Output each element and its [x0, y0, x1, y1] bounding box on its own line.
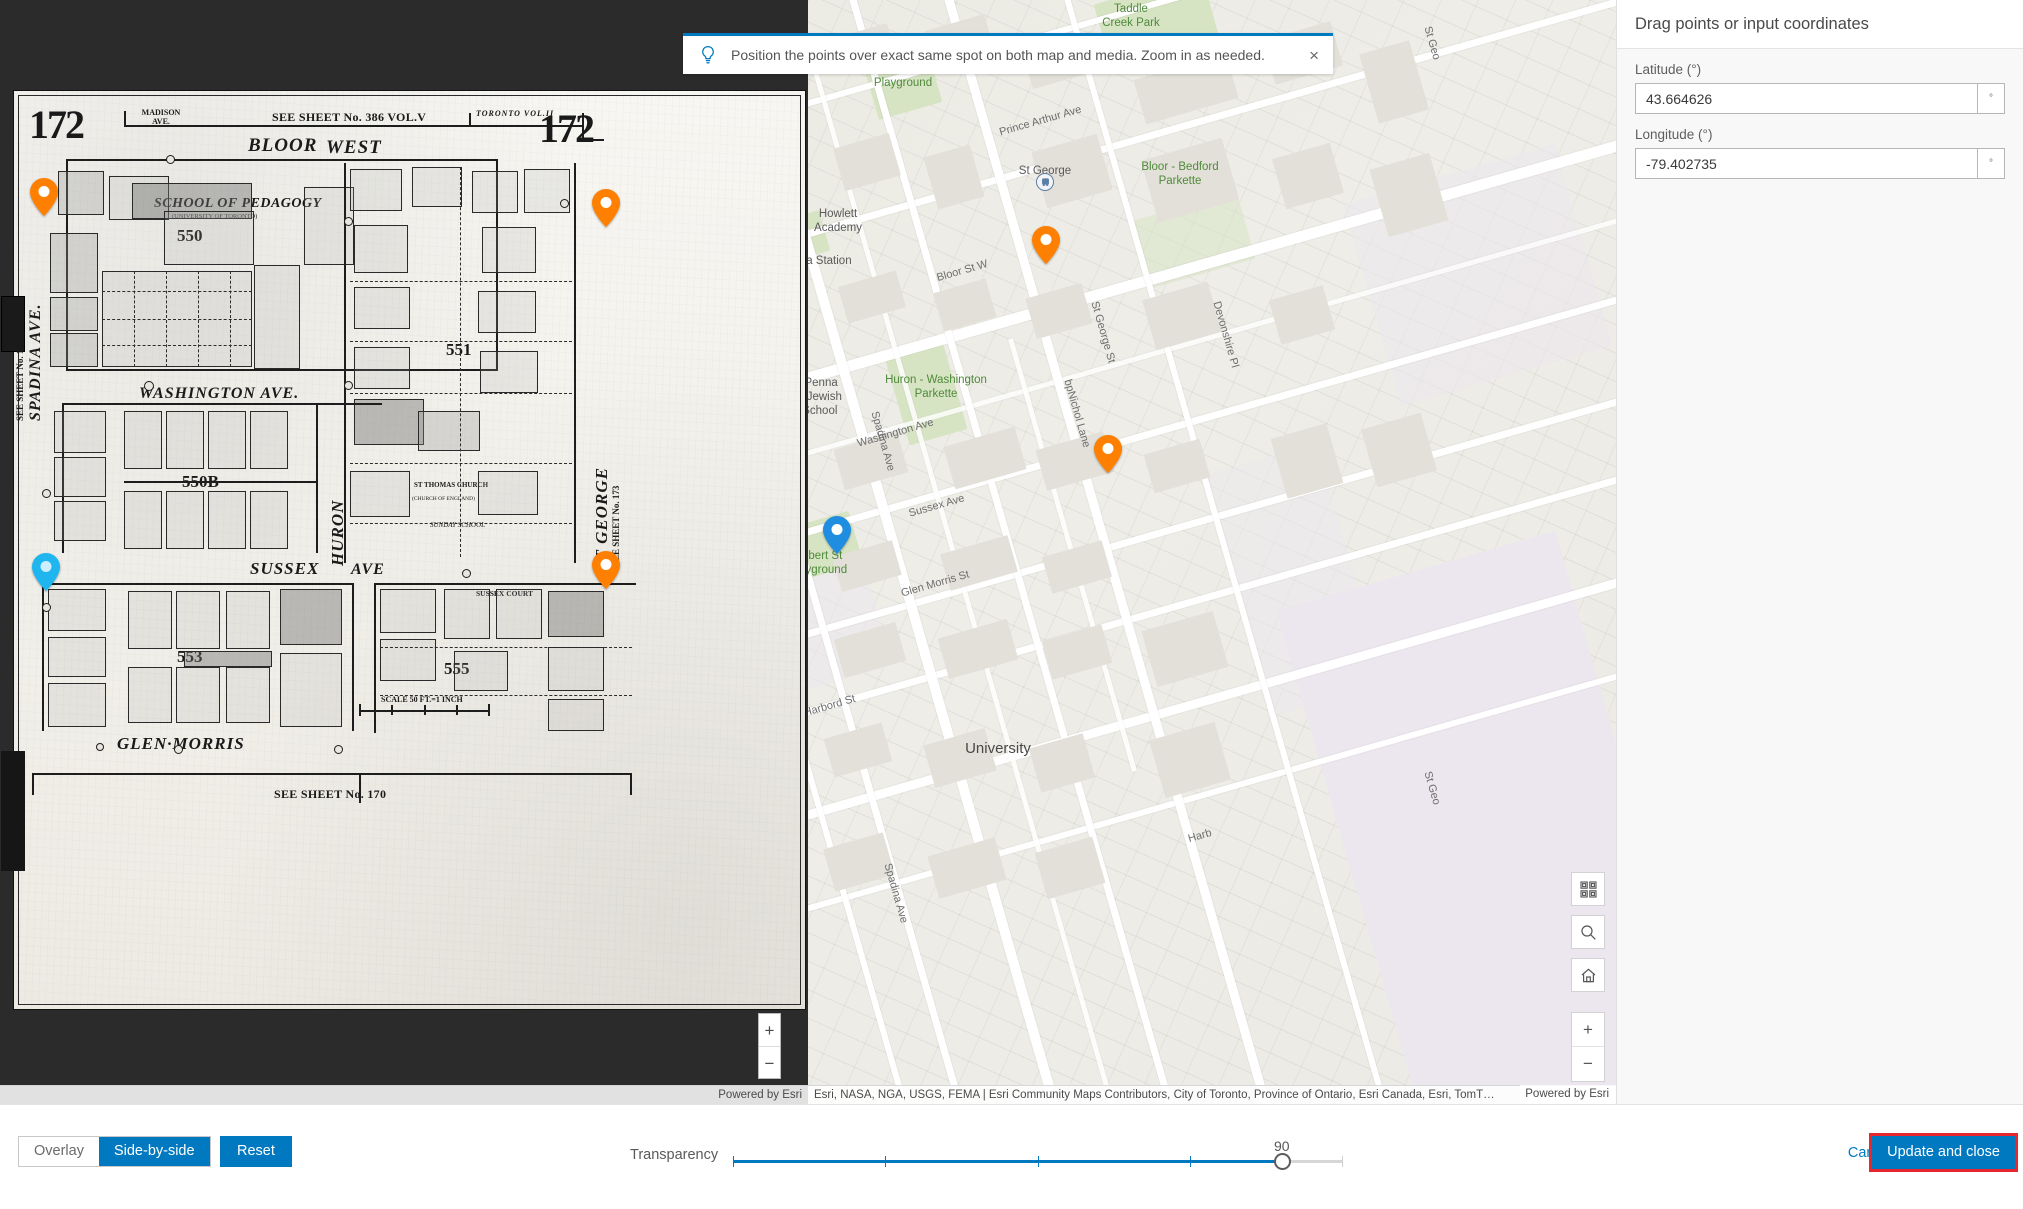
poi-label-howlett-academy: Howlett Academy: [814, 208, 862, 234]
map-pin-bloor-st-george[interactable]: [1032, 226, 1060, 264]
banner-message: Position the points over exact same spot…: [731, 47, 1265, 63]
latitude-input[interactable]: [1635, 83, 1977, 114]
transparency-label: Transparency: [630, 1147, 719, 1163]
media-zoom-in-button[interactable]: +: [759, 1014, 780, 1047]
sheet-border: [18, 95, 801, 1005]
building-st-thomas-church: ST THOMAS CHURCH: [414, 481, 489, 489]
longitude-unit: °: [1977, 148, 2005, 179]
media-pin-bottom-left[interactable]: [32, 553, 60, 591]
slider-tick-50: [1038, 1156, 1039, 1167]
transparency-slider-fill: [733, 1160, 1282, 1163]
search-icon[interactable]: [1571, 915, 1605, 949]
scale-note: SCALE 50 FT.=1 INCH: [381, 695, 463, 704]
longitude-row: °: [1635, 148, 2005, 179]
sheet-number-left: 172: [29, 102, 85, 147]
slider-tick-100: [1342, 1156, 1343, 1167]
transparency-control[interactable]: Transparency 90: [630, 1138, 1345, 1183]
mode-overlay-button[interactable]: Overlay: [19, 1137, 99, 1166]
longitude-label: Longitude (°): [1635, 127, 1713, 142]
panes-container: 172 172 MADISON AVE. SEE SHEET No. 386 V…: [0, 0, 2023, 1104]
mode-side-by-side-button[interactable]: Side-by-side: [98, 1137, 210, 1166]
street-label-west: WEST: [326, 137, 382, 158]
cross-ref-170: SEE SHEET No. 170: [274, 787, 387, 801]
street-label-sussex-ave: AVE: [351, 561, 385, 578]
sidebar-header: Drag points or input coordinates: [1617, 0, 2023, 49]
home-icon[interactable]: [1571, 958, 1605, 992]
latitude-unit: °: [1977, 83, 2005, 114]
basemap-gallery-icon[interactable]: [1571, 872, 1605, 906]
map-pane[interactable]: TaddleCreek Park Huron StreetPlayground …: [808, 0, 1616, 1104]
media-pin-top-left[interactable]: [30, 178, 58, 216]
building-church-of-england: (CHURCH OF ENGLAND): [412, 496, 475, 502]
transparency-slider-track[interactable]: 90: [733, 1138, 1343, 1170]
lightbulb-icon: [699, 45, 717, 65]
transparency-slider-thumb[interactable]: [1274, 1153, 1291, 1170]
map-pin-sussex-spadina[interactable]: [823, 516, 851, 554]
sheet-footer-tick-right: [630, 773, 632, 795]
slider-tick-0: [733, 1156, 734, 1167]
media-pane[interactable]: 172 172 MADISON AVE. SEE SHEET No. 386 V…: [0, 0, 808, 1104]
poi-label-spadina-station: Spadina Station: [808, 255, 852, 267]
street-label-bloor: BLOOR: [248, 135, 318, 156]
update-and-close-highlight: Update and close: [1869, 1133, 2018, 1172]
scan-edge-artifact-2: [1, 751, 25, 871]
cross-ref-386: SEE SHEET No. 386 VOL.V: [272, 110, 427, 124]
sidebar-title: Drag points or input coordinates: [1635, 14, 1869, 33]
scale-bar: SCALE 50 FT.=1 INCH: [359, 695, 490, 716]
transit-icon-st-george: [1036, 173, 1054, 191]
park-label-bloor-bedford: Bloor - Bedford Parkette: [1141, 161, 1219, 187]
map-zoom-in-button[interactable]: +: [1572, 1013, 1604, 1047]
map-attribution: Esri, NASA, NGA, USGS, FEMA | Esri Commu…: [808, 1085, 1616, 1104]
sheet-footer-rule: [32, 773, 632, 775]
slider-tick-25: [885, 1156, 886, 1167]
poi-label-paul-penna: Paul PennaDown JewishDay School: [808, 377, 842, 417]
media-attribution: Powered by Esri: [0, 1085, 808, 1104]
instruction-banner: Position the points over exact same spot…: [683, 33, 1333, 74]
transparency-value: 90: [1274, 1138, 1290, 1154]
reset-button[interactable]: Reset: [220, 1136, 292, 1167]
park-label-taddle-creek: Taddle Creek Park: [1102, 3, 1160, 29]
volume-note: TORONTO VOL.II: [476, 109, 555, 118]
coordinates-sidebar: Drag points or input coordinates Latitud…: [1616, 0, 2023, 1104]
slider-tick-75: [1190, 1156, 1191, 1167]
poi-label-university: University: [965, 740, 1031, 757]
longitude-input[interactable]: [1635, 148, 1977, 179]
sheet-header-rule: [124, 125, 584, 127]
historic-map-image[interactable]: 172 172 MADISON AVE. SEE SHEET No. 386 V…: [1, 90, 806, 1010]
map-powered-by: Powered by Esri: [1520, 1085, 1616, 1104]
poi-label-spadina: Spadina: [808, 274, 848, 286]
street-label-washington: WASHINGTON AVE.: [139, 385, 300, 402]
street-label-spadina: SPADINA AVE.: [27, 303, 44, 421]
georeference-media-dialog: 172 172 MADISON AVE. SEE SHEET No. 386 V…: [0, 0, 2023, 1209]
media-zoom-controls[interactable]: + −: [758, 1013, 781, 1079]
close-icon[interactable]: ×: [1309, 47, 1319, 64]
cross-ref-169: SEE SHEET No. 169: [15, 340, 25, 421]
update-and-close-button[interactable]: Update and close: [1872, 1136, 2015, 1169]
map-zoom-out-button[interactable]: −: [1572, 1047, 1604, 1081]
latitude-row: °: [1635, 83, 2005, 114]
basemap-canvas[interactable]: TaddleCreek Park Huron StreetPlayground …: [808, 0, 1616, 1104]
sheet-header-tick-left: [124, 111, 126, 126]
map-pin-sussex-st-george[interactable]: [1094, 435, 1122, 473]
sidebar-body: Latitude (°) ° Longitude (°) °: [1617, 49, 2023, 179]
street-label-madison: MADISON AVE.: [141, 108, 181, 126]
map-widget-stack[interactable]: [1571, 872, 1605, 1001]
media-zoom-out-button[interactable]: −: [759, 1047, 780, 1080]
media-pin-top-right[interactable]: [592, 189, 620, 227]
block-number-551: 551: [446, 340, 472, 359]
view-mode-toggle[interactable]: Overlay Side-by-side: [18, 1136, 211, 1167]
bottom-toolbar: Overlay Side-by-side Reset Transparency …: [0, 1104, 2023, 1209]
sheet-header-tick-mid: [469, 113, 471, 126]
media-pin-bottom-right[interactable]: [592, 551, 620, 589]
sheet-footer-tick-left: [32, 773, 34, 795]
map-zoom-controls[interactable]: + −: [1571, 1012, 1605, 1082]
latitude-label: Latitude (°): [1635, 62, 1702, 77]
street-label-sussex: SUSSEX: [250, 559, 320, 578]
